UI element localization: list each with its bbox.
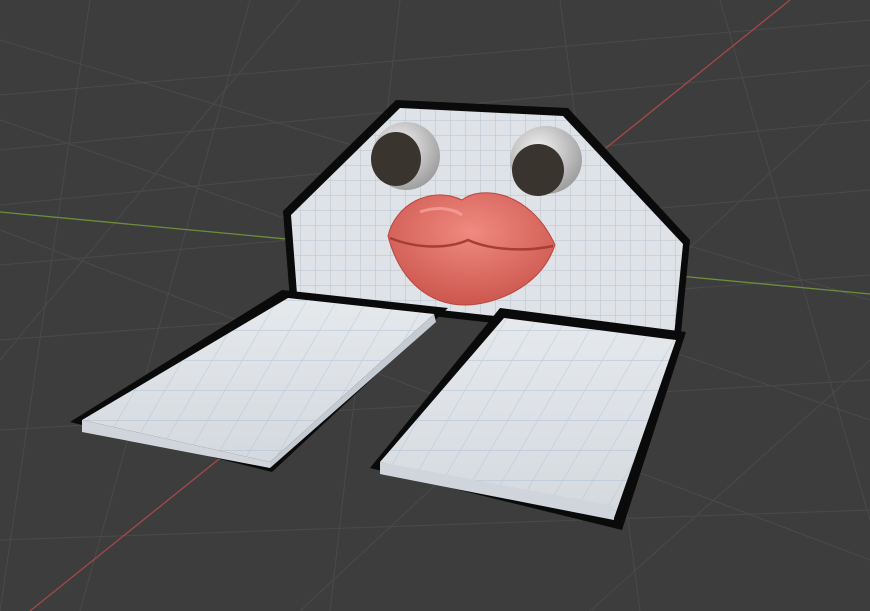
right-pupil [512, 144, 564, 196]
left-pupil [371, 132, 421, 186]
viewport-canvas[interactable] [0, 0, 870, 611]
3d-viewport[interactable] [0, 0, 870, 611]
